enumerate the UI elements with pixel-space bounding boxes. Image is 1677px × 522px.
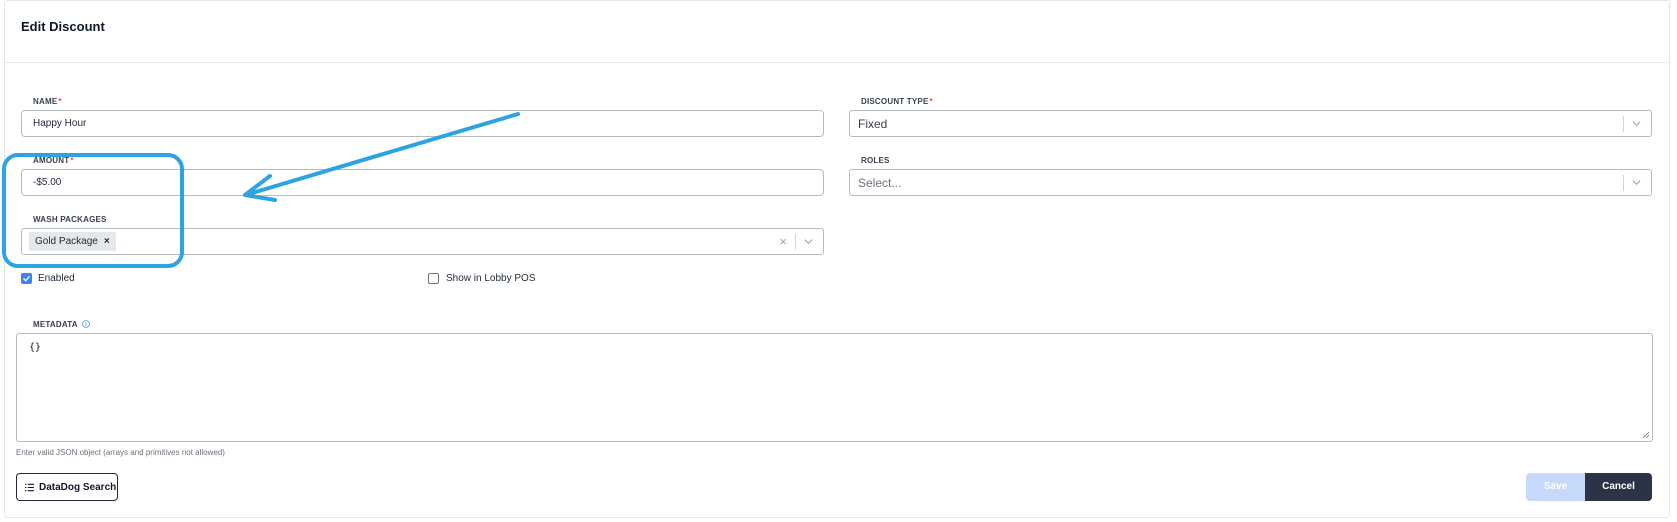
chevron-down-icon[interactable]	[1631, 118, 1642, 129]
roles-placeholder: Select...	[858, 176, 902, 190]
chip-remove-icon[interactable]: ×	[104, 236, 110, 247]
check-icon	[23, 275, 31, 282]
enabled-checkbox[interactable]	[21, 273, 32, 284]
metadata-hint: Enter valid JSON object (arrays and prim…	[16, 448, 225, 457]
wash-packages-label: WASH PACKAGES	[33, 215, 107, 224]
clear-icon[interactable]: ×	[779, 234, 787, 249]
info-icon[interactable]	[82, 320, 90, 328]
select-separator	[795, 234, 796, 250]
amount-label: AMOUNT*	[33, 156, 74, 165]
resize-handle-icon[interactable]	[1642, 431, 1650, 439]
enabled-label: Enabled	[38, 273, 75, 284]
name-input[interactable]: Happy Hour	[21, 110, 824, 137]
roles-label: ROLES	[861, 156, 890, 165]
cancel-button[interactable]: Cancel	[1585, 473, 1652, 501]
amount-input[interactable]: -$5.00	[21, 169, 824, 196]
name-label: NAME*	[33, 97, 62, 106]
chip-label: Gold Package	[35, 236, 98, 247]
chevron-down-icon[interactable]	[803, 236, 814, 247]
show-in-lobby-checkbox[interactable]	[428, 273, 439, 284]
discount-type-value: Fixed	[858, 117, 888, 131]
datadog-search-label: DataDog Search	[39, 482, 117, 493]
discount-type-label: DISCOUNT TYPE*	[861, 97, 933, 106]
chevron-down-icon[interactable]	[1631, 177, 1642, 188]
discount-type-select[interactable]: Fixed	[849, 110, 1652, 137]
datadog-search-button[interactable]: DataDog Search	[16, 473, 118, 501]
metadata-textarea[interactable]: {}	[16, 333, 1653, 442]
save-button[interactable]: Save	[1526, 473, 1585, 501]
roles-select[interactable]: Select...	[849, 169, 1652, 196]
page-title: Edit Discount	[21, 19, 105, 34]
select-separator	[1623, 116, 1624, 132]
wash-packages-select[interactable]: Gold Package × ×	[21, 228, 824, 255]
metadata-label: METADATA	[33, 320, 90, 329]
package-chip: Gold Package ×	[29, 232, 116, 251]
card-header: Edit Discount	[5, 1, 1669, 63]
show-in-lobby-label: Show in Lobby POS	[446, 273, 536, 284]
list-icon	[25, 483, 34, 492]
metadata-value: {}	[29, 342, 42, 353]
select-separator	[1623, 175, 1624, 191]
